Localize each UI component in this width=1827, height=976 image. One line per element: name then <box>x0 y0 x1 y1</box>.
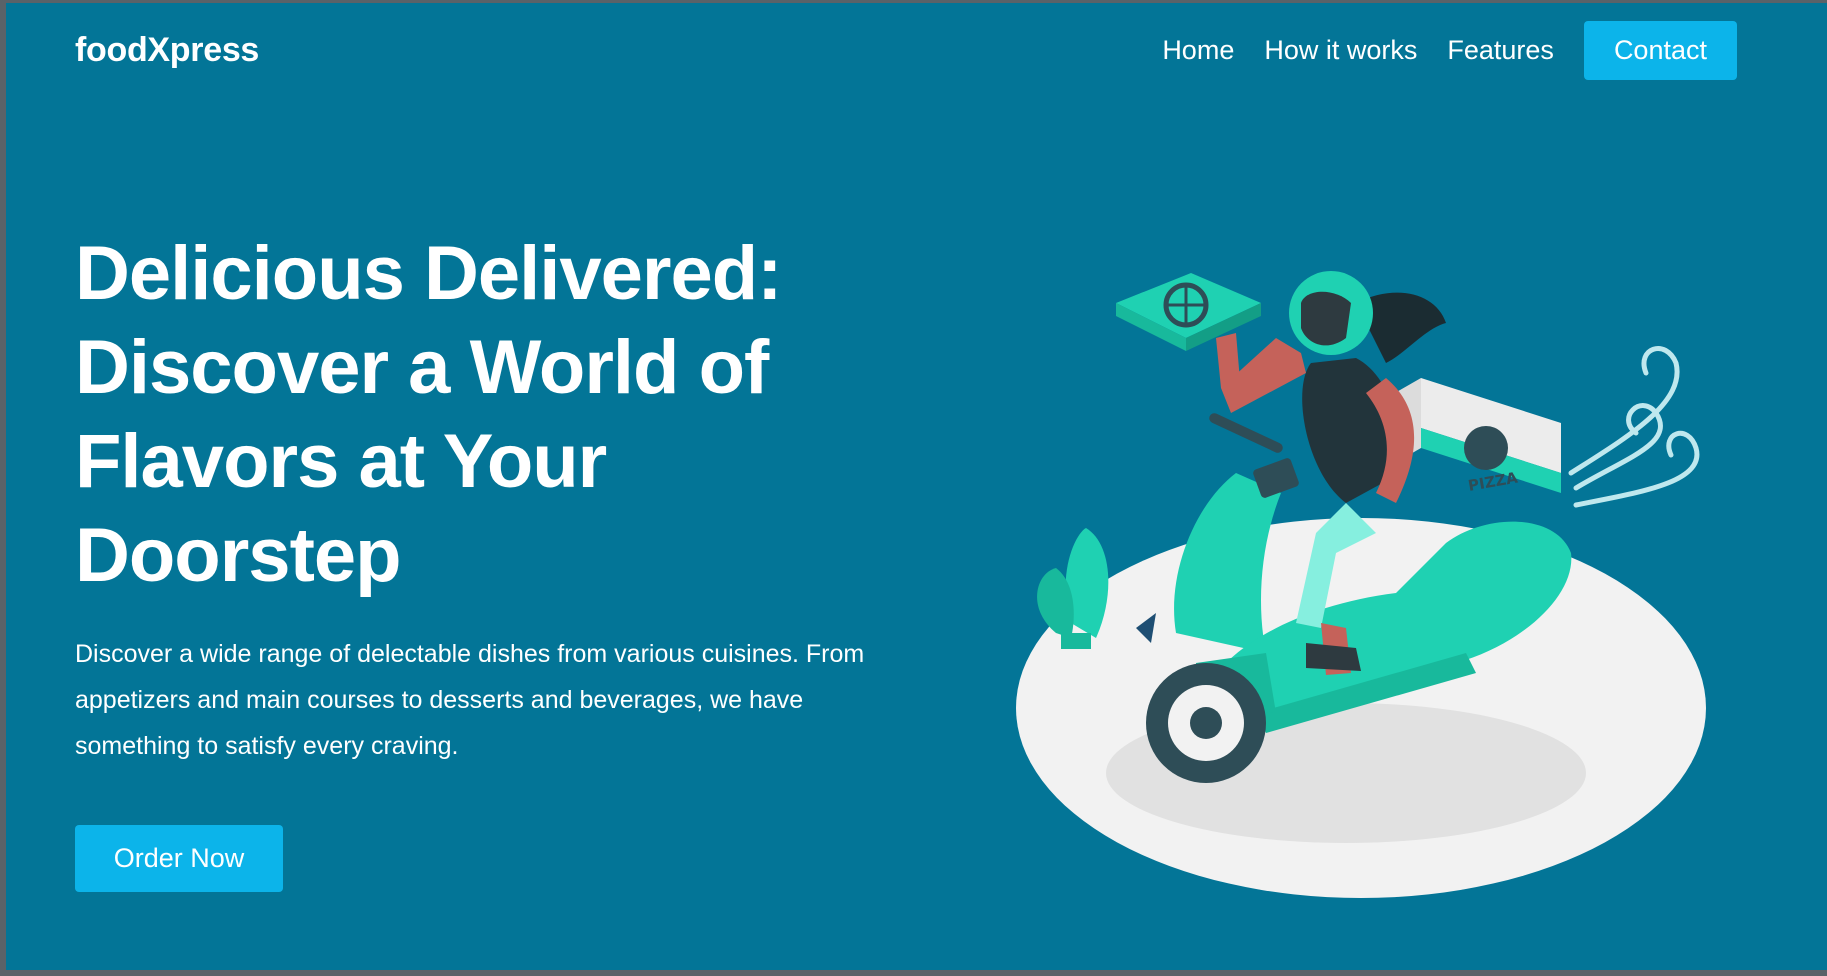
contact-button[interactable]: Contact <box>1583 21 1737 80</box>
navbar: foodXpress Home How it works Features Co… <box>6 3 1827 103</box>
hero-title: Delicious Delivered: Discover a World of… <box>75 231 783 598</box>
delivery-scooter-illustration: PIZZA <box>1016 271 1706 898</box>
nav-how-it-works-link[interactable]: How it works <box>1264 35 1417 66</box>
order-now-button[interactable]: Order Now <box>75 825 283 892</box>
pizza-box-icon <box>1116 273 1261 351</box>
landing-page: foodXpress Home How it works Features Co… <box>6 3 1827 970</box>
brand-logo[interactable]: foodXpress <box>75 31 259 70</box>
nav-home-link[interactable]: Home <box>1162 35 1234 66</box>
box-label: PIZZA <box>1467 469 1520 495</box>
wind-lines <box>1568 346 1700 508</box>
hero-description: Discover a wide range of delectable dish… <box>75 640 865 760</box>
nav-features-link[interactable]: Features <box>1447 35 1554 66</box>
nav-links: Home How it works Features Contact <box>1162 21 1737 80</box>
